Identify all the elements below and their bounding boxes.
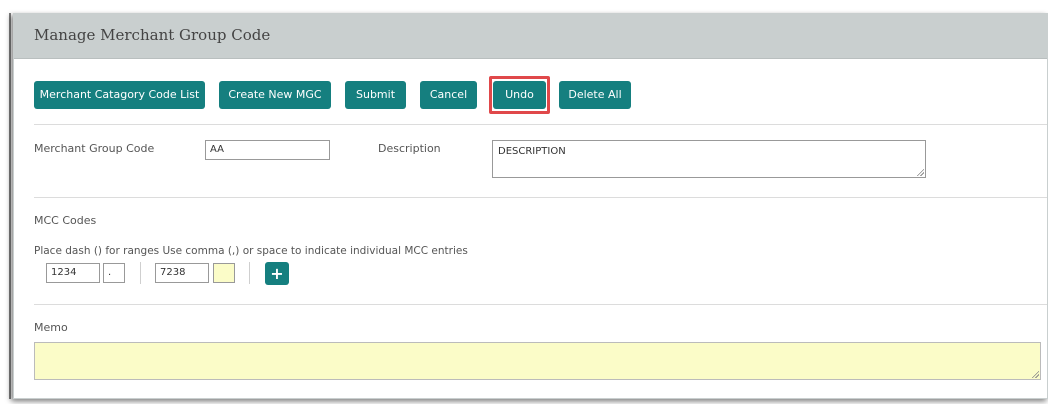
divider [34, 197, 1047, 198]
undo-highlight-box [489, 76, 550, 114]
window-edge [9, 13, 11, 399]
mcc-separator-input[interactable]: . [103, 263, 125, 283]
mcc-list-button[interactable]: Merchant Catagory Code List [34, 81, 205, 109]
memo-label: Memo [34, 321, 68, 334]
divider [34, 304, 1047, 305]
field-separator [140, 262, 141, 284]
field-separator [249, 262, 250, 284]
mcc-hint-text: Place dash () for ranges Use comma (,) o… [34, 245, 468, 257]
mgc-label: Merchant Group Code [34, 142, 155, 155]
plus-icon: + [270, 264, 284, 283]
resize-grip-icon[interactable] [1031, 370, 1039, 378]
divider [34, 124, 1047, 125]
create-new-mgc-button[interactable]: Create New MGC [219, 81, 331, 109]
page-title: Manage Merchant Group Code [34, 26, 271, 44]
mcc-start-input[interactable]: 1234 [46, 263, 100, 283]
memo-textarea[interactable] [34, 342, 1041, 380]
panel-header: Manage Merchant Group Code [14, 14, 1047, 59]
submit-button[interactable]: Submit [345, 81, 406, 109]
mcc-end-input[interactable]: 7238 [155, 263, 209, 283]
manage-mgc-panel: Manage Merchant Group Code Merchant Cata… [13, 13, 1048, 399]
description-textarea[interactable]: DESCRIPTION [492, 140, 926, 178]
mgc-input[interactable]: AA [205, 140, 330, 160]
description-value: DESCRIPTION [498, 146, 566, 157]
description-label: Description [378, 142, 441, 155]
delete-all-button[interactable]: Delete All [559, 81, 631, 109]
cancel-button[interactable]: Cancel [420, 81, 477, 109]
add-mcc-button[interactable]: + [265, 262, 289, 285]
mcc-codes-label: MCC Codes [34, 214, 97, 227]
mcc-extra-input[interactable] [213, 263, 235, 283]
resize-grip-icon[interactable] [916, 168, 924, 176]
